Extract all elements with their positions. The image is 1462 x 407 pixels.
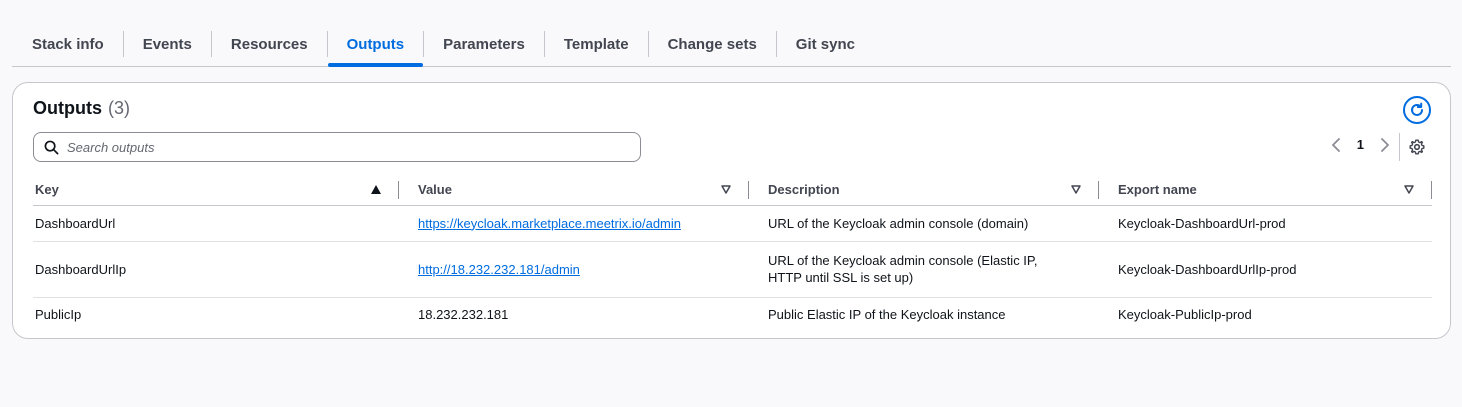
column-label: Export name (1118, 182, 1197, 198)
output-value-link[interactable]: https://keycloak.marketplace.meetrix.io/… (418, 216, 681, 231)
refresh-icon (1411, 102, 1423, 116)
cell-description: URL of the Keycloak admin console (Elast… (749, 241, 1099, 298)
cell-export-name: Keycloak-PublicIp-prod (1118, 306, 1252, 322)
previous-page-button[interactable] (1329, 137, 1343, 152)
sort-icon (1404, 185, 1414, 194)
tab-events[interactable]: Events (124, 22, 211, 66)
tab-outputs[interactable]: Outputs (327, 22, 424, 67)
cell-key: DashboardUrlIp (33, 241, 399, 298)
column-header-value[interactable]: Value (399, 175, 749, 206)
tab-parameters[interactable]: Parameters (424, 22, 544, 66)
cell-value: http://18.232.232.181/admin (399, 241, 749, 298)
column-header-export-name[interactable]: Export name (1099, 175, 1432, 206)
column-header-description[interactable]: Description (749, 175, 1099, 206)
table-row: DashboardUrl https://keycloak.marketplac… (33, 205, 1432, 242)
search-icon (44, 140, 59, 154)
sort-icon (1071, 185, 1081, 194)
column-header-key[interactable]: Key (33, 175, 399, 206)
tab-template[interactable]: Template (545, 22, 648, 66)
column-label: Value (418, 182, 452, 198)
current-page-number[interactable]: 1 (1357, 137, 1364, 152)
table-header-row: Key Value Description Export name (33, 175, 1432, 206)
search-box (33, 132, 641, 162)
cell-description: URL of the Keycloak admin console (domai… (749, 205, 1099, 242)
column-resize-handle[interactable] (1431, 181, 1432, 199)
panel-count: (3) (108, 98, 130, 118)
pagination-divider (1399, 133, 1400, 161)
cell-export-name: Keycloak-DashboardUrlIp-prod (1099, 241, 1432, 298)
panel-header: Outputs (3) (33, 98, 130, 119)
pagination: 1 (1329, 137, 1392, 152)
outputs-panel: Outputs (3) 1 (12, 82, 1451, 339)
tab-resources[interactable]: Resources (212, 22, 327, 66)
outputs-table: Key Value Description Export name Dashbo… (33, 175, 1432, 331)
refresh-button[interactable] (1403, 96, 1431, 124)
cell-key: PublicIp (35, 306, 82, 322)
search-input[interactable] (67, 139, 627, 155)
next-page-button[interactable] (1378, 137, 1392, 152)
panel-title: Outputs (33, 98, 102, 118)
cell-description: Public Elastic IP of the Keycloak instan… (768, 306, 1006, 322)
cell-export-name: Keycloak-DashboardUrl-prod (1099, 205, 1432, 242)
tab-bar: Stack info Events Resources Outputs Para… (12, 22, 1451, 67)
table-row: DashboardUrlIp http://18.232.232.181/adm… (33, 241, 1432, 298)
sort-ascending-icon (371, 185, 381, 195)
tab-git-sync[interactable]: Git sync (777, 22, 874, 66)
column-label: Description (768, 182, 840, 198)
cell-value: https://keycloak.marketplace.meetrix.io/… (399, 205, 749, 242)
sort-icon (721, 185, 731, 194)
cell-value: 18.232.232.181 (418, 306, 509, 322)
table-row: PublicIp 18.232.232.181 Public Elastic I… (33, 297, 1432, 331)
tab-change-sets[interactable]: Change sets (649, 22, 776, 66)
chevron-left-icon (1331, 137, 1340, 152)
cell-key: DashboardUrl (33, 205, 399, 242)
tab-stack-info[interactable]: Stack info (12, 22, 123, 66)
chevron-right-icon (1381, 137, 1389, 152)
column-label: Key (35, 182, 59, 198)
gear-icon (1409, 139, 1425, 155)
preferences-button[interactable] (1408, 138, 1426, 156)
output-value-link[interactable]: http://18.232.232.181/admin (418, 262, 580, 277)
